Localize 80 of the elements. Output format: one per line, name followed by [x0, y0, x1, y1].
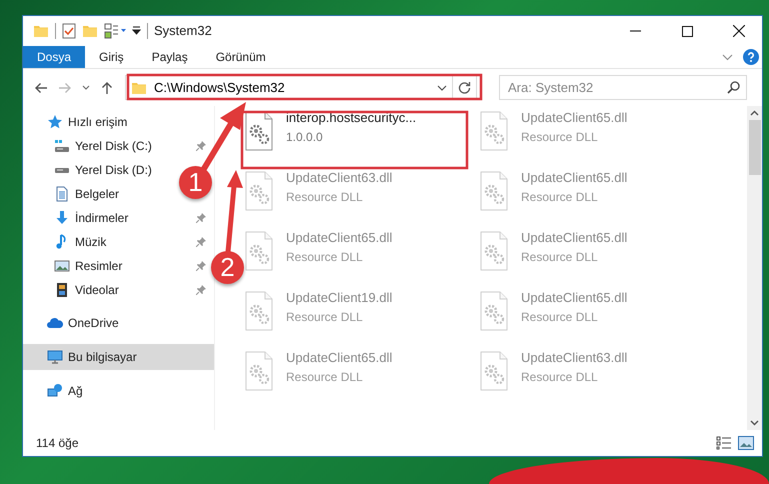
sidebar-item[interactable]: Resimler: [23, 254, 126, 278]
maximize-icon: [682, 26, 692, 36]
refresh-icon: [458, 81, 471, 94]
file-detail: Resource DLL: [521, 188, 599, 206]
sidebar-label: Videolar: [75, 282, 119, 299]
sidebar-item[interactable]: OneDrive: [23, 310, 214, 336]
checklist-icon[interactable]: [62, 23, 76, 39]
ribbon-tab[interactable]: Dosya: [23, 46, 86, 68]
file-detail: Resource DLL: [521, 128, 599, 146]
address-bar[interactable]: C:\Windows\System32: [125, 75, 477, 100]
document-icon: [54, 186, 70, 202]
pin-icon[interactable]: [196, 285, 206, 295]
large-icons-view-icon[interactable]: [738, 436, 754, 450]
details-view-icon[interactable]: [716, 436, 732, 450]
network-icon: [47, 383, 63, 399]
scrollbar-thumb[interactable]: [748, 120, 760, 175]
film-icon: [54, 282, 70, 298]
sidebar-item[interactable]: Videolar: [23, 278, 123, 302]
up-arrow-icon: [100, 80, 114, 94]
sidebar-label: Bu bilgisayar: [68, 349, 138, 366]
sidebar-item[interactable]: Yerel Disk (C:): [23, 134, 156, 158]
scroll-down-icon[interactable]: [750, 420, 759, 426]
cloud-icon: [47, 315, 63, 331]
search-box[interactable]: Ara: System32: [499, 75, 747, 100]
download-icon: [54, 210, 70, 226]
sidebar-item[interactable]: Belgeler: [23, 182, 124, 206]
close-icon: [733, 25, 745, 37]
file-detail: Resource DLL: [521, 368, 599, 386]
address-field[interactable]: C:\Windows\System32: [152, 76, 432, 98]
drive-icon: [54, 166, 70, 174]
pin-icon[interactable]: [196, 213, 206, 223]
chevron-down-icon: [82, 85, 90, 90]
monitor-icon: [47, 349, 63, 365]
minimize-icon: [630, 30, 640, 32]
forward-arrow-icon: [58, 80, 72, 94]
sidebar-label: Ağ: [68, 383, 84, 400]
settings-file-icon[interactable]: [245, 111, 273, 151]
pin-icon[interactable]: [196, 261, 206, 271]
pin-icon[interactable]: [196, 237, 206, 247]
file-detail: Resource DLL: [286, 368, 364, 386]
sidebar-label: İndirmeler: [75, 210, 128, 227]
folder-icon[interactable]: [33, 23, 49, 39]
scroll-up-icon[interactable]: [750, 110, 759, 116]
sidebar-item[interactable]: Ağ: [23, 378, 214, 404]
search-icon: [727, 81, 740, 94]
chevron-down-icon[interactable]: [437, 84, 447, 90]
item-count: 114 öğe: [36, 435, 78, 452]
file-detail: Resource DLL: [286, 188, 364, 206]
star-icon: [47, 114, 63, 130]
picture-icon: [54, 258, 70, 274]
file-detail: Resource DLL: [286, 308, 364, 326]
ribbon-tab[interactable]: Görünüm: [202, 46, 280, 68]
file-detail: Resource DLL: [521, 248, 599, 266]
file-name[interactable]: interop.hostsecurityc...: [286, 108, 416, 128]
sidebar-item[interactable]: Hızlı erişim: [23, 110, 214, 134]
drive-icon: [54, 138, 70, 154]
sidebar-label: Hızlı erişim: [68, 114, 128, 131]
file-detail: 1.0.0.0: [286, 128, 324, 146]
help-icon[interactable]: [743, 49, 759, 65]
back-arrow-icon: [34, 80, 48, 94]
folder-icon[interactable]: [82, 23, 98, 39]
dropdown-icon[interactable]: [132, 26, 141, 36]
sidebar-label: Müzik: [75, 234, 106, 251]
sidebar-label: Belgeler: [75, 186, 120, 203]
sidebar-item[interactable]: Yerel Disk (D:): [23, 158, 156, 182]
properties-icon[interactable]: [104, 23, 126, 39]
sidebar-label: OneDrive: [68, 315, 120, 332]
file-detail: Resource DLL: [286, 248, 364, 266]
ribbon-tab[interactable]: Giriş: [85, 46, 138, 68]
sidebar-item[interactable]: Müzik: [23, 230, 110, 254]
sidebar-label: Yerel Disk (C:): [75, 138, 152, 155]
sidebar-label: Yerel Disk (D:): [75, 162, 152, 179]
sidebar-item[interactable]: İndirmeler: [23, 206, 132, 230]
file-detail: Resource DLL: [521, 308, 599, 326]
pin-icon[interactable]: [196, 141, 206, 151]
ribbon-tab[interactable]: Paylaş: [138, 46, 202, 68]
sidebar-item[interactable]: Bu bilgisayar: [23, 344, 214, 370]
scrollbar[interactable]: [747, 106, 762, 430]
window-title: System32: [154, 22, 212, 40]
sidebar-label: Resimler: [75, 258, 122, 275]
